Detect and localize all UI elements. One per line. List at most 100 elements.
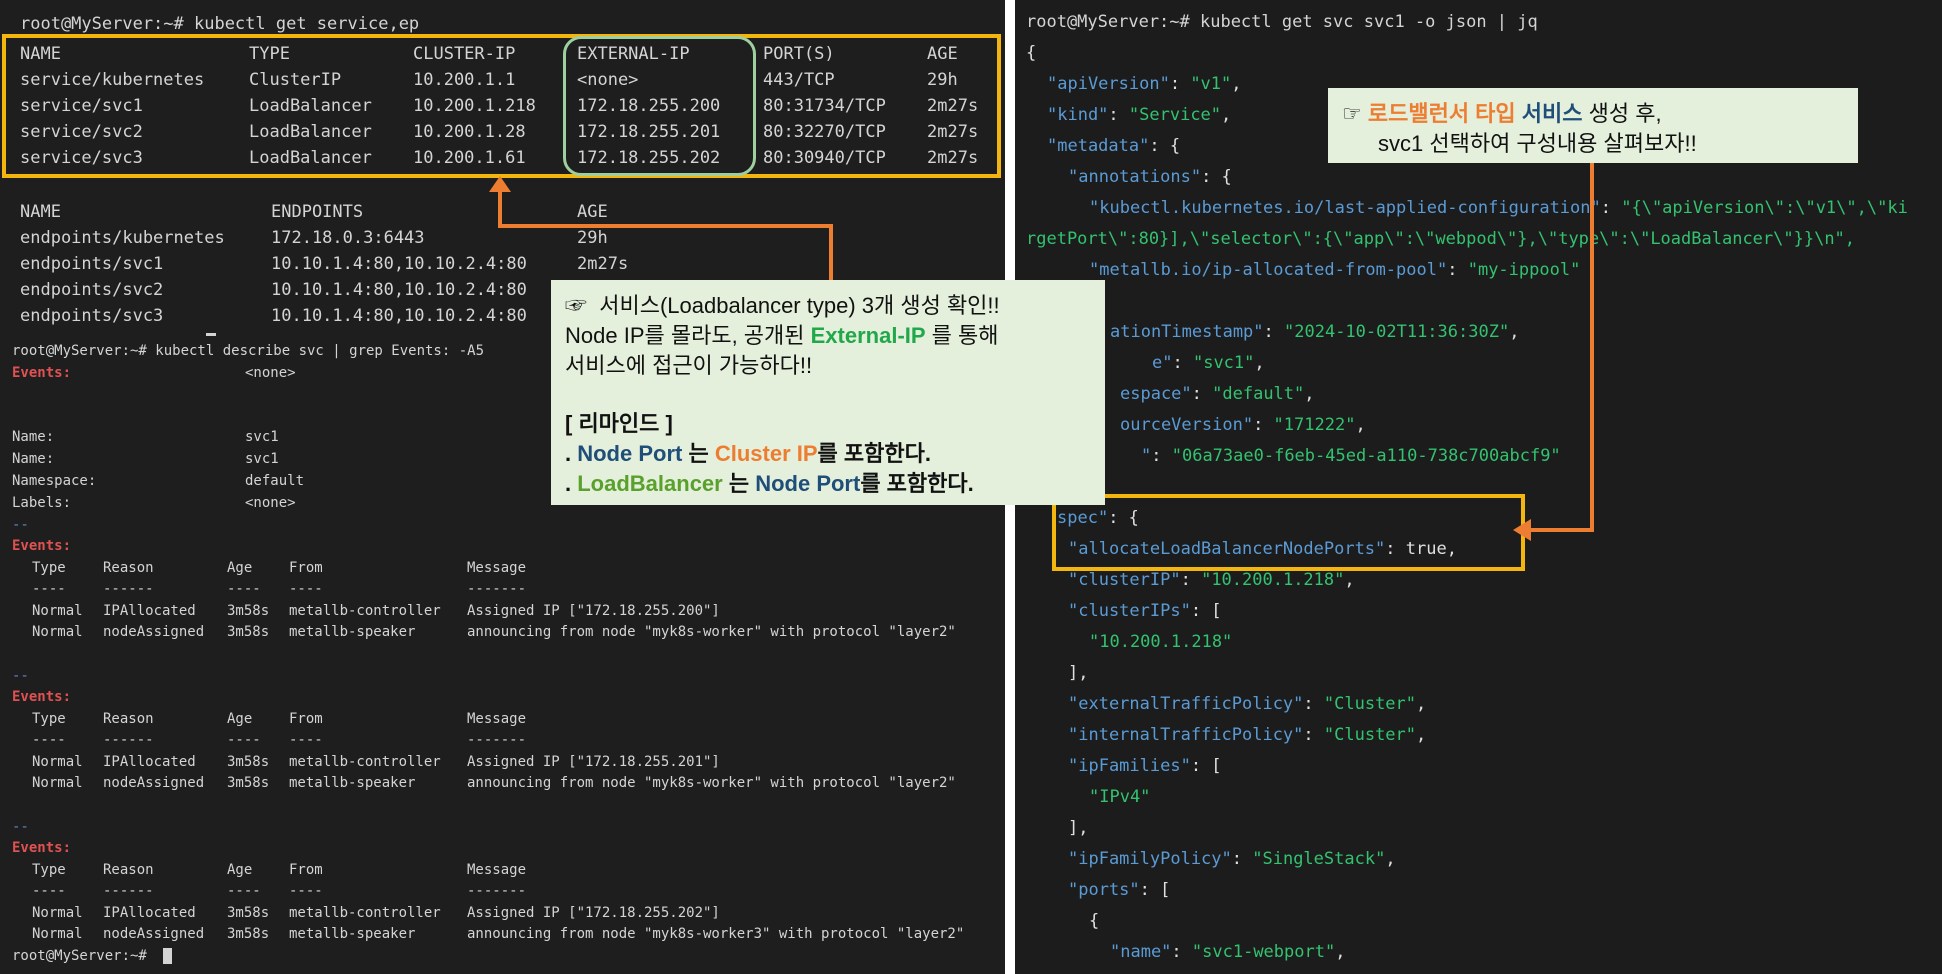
ev-header-from: From <box>289 711 323 727</box>
json-value: "default" <box>1212 384 1305 404</box>
ev-age: 3m58s <box>227 754 270 770</box>
json-key: " <box>1141 446 1152 466</box>
name-value: svc1 <box>245 429 279 445</box>
separator: -- <box>12 517 29 533</box>
json-line-external-traffic-policy: "externalTrafficPolicy": "Cluster", <box>1068 694 1427 714</box>
ev-from: metallb-controller <box>289 905 441 921</box>
json-key: espace" <box>1120 384 1192 404</box>
ev-header-message: Message <box>467 711 527 727</box>
ev-underline: ---- <box>289 581 323 597</box>
ep-row-1-age: 2m27s <box>577 254 629 274</box>
ev-type: Normal <box>32 754 83 770</box>
json-line-ipfamilies-item: "IPv4" <box>1089 787 1151 807</box>
ep-row-3-endpoints: 10.10.1.4:80,10.10.2.4:80 <box>271 306 527 326</box>
terminal-prompt: root@MyServer:~# <box>12 948 147 964</box>
json-line-clusterip: "clusterIP": "10.200.1.218", <box>1068 570 1355 590</box>
callout-text: 를 포함한다. <box>860 471 974 496</box>
json-value: "v1" <box>1190 74 1232 94</box>
json-key: "kubectl.kubernetes.io/last-applied-conf… <box>1089 198 1601 218</box>
ev-header-message: Message <box>467 862 527 878</box>
events-label: Events: <box>12 538 72 554</box>
ev-underline: ------ <box>103 883 154 899</box>
json-key: "ipFamilies" <box>1068 756 1191 776</box>
json-key: "ipFamilyPolicy" <box>1068 849 1232 869</box>
ev-message: announcing from node "myk8s-worker" with… <box>467 775 956 791</box>
ev-underline: ---- <box>227 581 261 597</box>
json-value: "10.200.1.218" <box>1201 570 1345 590</box>
json-close-array: ], <box>1068 818 1089 838</box>
callout-text: 서비스(Loadbalancer type) 3개 생성 확인!! <box>599 293 1000 318</box>
ev-message: Assigned IP ["172.18.255.202"] <box>467 905 720 921</box>
ev-underline: ---- <box>32 732 66 748</box>
ev-underline: ---- <box>227 732 261 748</box>
ev-header-message: Message <box>467 560 527 576</box>
callout-text: 생성 후, <box>1582 101 1662 126</box>
callout-reminder-1: . Node Port 는 Cluster IP를 포함한다. <box>565 436 931 468</box>
ev-reason: IPAllocated <box>103 603 196 619</box>
ep-header-name: NAME <box>20 202 61 222</box>
ev-age: 3m58s <box>227 905 270 921</box>
callout-text: 는 <box>722 471 756 496</box>
ev-reason: IPAllocated <box>103 905 196 921</box>
spec-highlight-box <box>1052 494 1525 571</box>
ev-message: announcing from node "myk8s-worker" with… <box>467 624 956 640</box>
json-key: "annotations" <box>1068 167 1202 187</box>
ev-header-age: Age <box>227 711 253 727</box>
callout-line-2: svc1 선택하여 구성내용 살펴보자!! <box>1378 131 1697 156</box>
name-label: Name: <box>12 429 55 445</box>
json-key: ationTimestamp" <box>1110 322 1264 342</box>
external-ip-highlight-box <box>563 36 756 176</box>
ev-message: Assigned IP ["172.18.255.201"] <box>467 754 720 770</box>
callout-line-2: Node IP를 몰라도, 공개된 External-IP 를 통해 <box>565 318 999 350</box>
json-line-clusterips: "clusterIPs": [ <box>1068 601 1222 621</box>
callout-text: 는 <box>682 441 715 466</box>
json-line-namespace: espace": "default", <box>1120 384 1315 404</box>
ep-row-0-name: endpoints/kubernetes <box>20 228 225 248</box>
json-value: "SingleStack" <box>1252 849 1386 869</box>
ev-underline: ------- <box>467 883 527 899</box>
text-cursor <box>163 948 172 964</box>
ev-type: Normal <box>32 905 83 921</box>
ev-type: Normal <box>32 624 83 640</box>
callout-text: . <box>565 471 578 496</box>
json-key: e" <box>1152 353 1173 373</box>
ev-type: Normal <box>32 603 83 619</box>
callout-loadbalancer-check: ☞ 서비스(Loadbalancer type) 3개 생성 확인!! Node… <box>551 280 1105 505</box>
json-key: "clusterIPs" <box>1068 601 1191 621</box>
ep-header-age: AGE <box>577 202 608 222</box>
name-label: Name: <box>12 451 55 467</box>
ev-reason: nodeAssigned <box>103 775 205 791</box>
arrow-head-left-icon <box>1513 519 1531 541</box>
ev-reason: IPAllocated <box>103 754 196 770</box>
cmd-get-svc-json: root@MyServer:~# kubectl get svc svc1 -o… <box>1026 12 1538 32</box>
ev-underline: ------- <box>467 581 527 597</box>
json-line-port-name: "name": "svc1-webport", <box>1110 942 1346 962</box>
json-line-kind: "kind": "Service", <box>1047 105 1232 125</box>
callout-node-port: Node Port <box>577 441 683 466</box>
json-close-array: ], <box>1068 663 1089 683</box>
json-line-metadata: "metadata": { <box>1047 136 1181 156</box>
callout-line-1: ☞ 서비스(Loadbalancer type) 3개 생성 확인!! <box>565 288 1000 320</box>
json-value: "Service" <box>1128 105 1222 125</box>
json-value: "Cluster" <box>1323 725 1417 745</box>
ev-reason: nodeAssigned <box>103 926 205 942</box>
ev-from: metallb-speaker <box>289 624 416 640</box>
ev-header-age: Age <box>227 862 253 878</box>
json-line-last-applied-wrap: rgetPort\":80}],\"selector\":{\"app\":\"… <box>1026 229 1856 249</box>
pointing-hand-icon: ☞ <box>1342 101 1362 126</box>
events-label: Events: <box>12 689 72 705</box>
json-value: "171222" <box>1273 415 1356 435</box>
ep-row-0-age: 29h <box>577 228 608 248</box>
json-value: "2024-10-02T11:36:30Z" <box>1284 322 1510 342</box>
json-line-ipfamilies: "ipFamilies": [ <box>1068 756 1222 776</box>
callout-cluster-ip: Cluster IP <box>714 441 818 466</box>
ev-from: metallb-controller <box>289 603 441 619</box>
service-table-highlight-box <box>2 34 1001 178</box>
json-line-last-applied: "kubectl.kubernetes.io/last-applied-conf… <box>1089 198 1908 218</box>
ep-row-3-name: endpoints/svc3 <box>20 306 164 326</box>
json-open-brace: { <box>1026 43 1037 63</box>
callout-text: . <box>565 441 578 466</box>
callout-reminder-title: [ 리마인드 ] <box>565 411 673 436</box>
ev-reason: nodeAssigned <box>103 624 205 640</box>
scroll-cursor-mark <box>206 333 216 336</box>
